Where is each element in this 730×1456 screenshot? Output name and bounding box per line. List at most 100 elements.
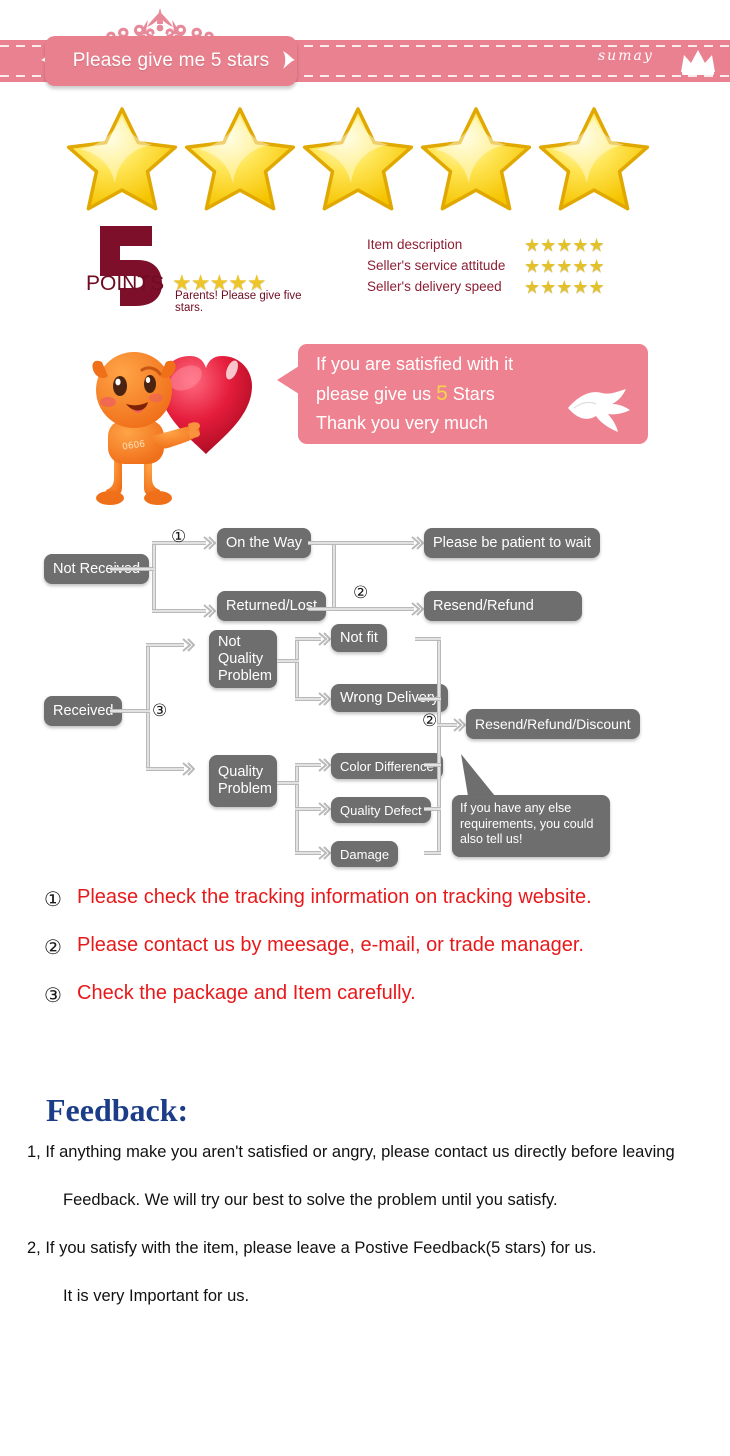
- feedback-line-1b: Feedback. We will try our best to solve …: [63, 1191, 558, 1209]
- brand-name: sumay: [598, 48, 654, 64]
- flow-box-on-the-way: On the Way: [217, 528, 312, 558]
- feedback-line-2a: 2, If you satisfy with the item, please …: [27, 1239, 597, 1257]
- flow-arrow-icon: [453, 718, 466, 732]
- feedback-title: Feedback:: [46, 1092, 189, 1128]
- flow-box-not-fit: Not fit: [331, 624, 387, 652]
- flow-line: [424, 763, 441, 767]
- flow-line: [152, 541, 156, 613]
- big-star-rating: [64, 104, 664, 216]
- mascot-holding-heart-icon: 0606: [92, 352, 252, 505]
- flow-arrow-icon: [182, 762, 195, 776]
- flow-line: [424, 807, 441, 811]
- flow-line: [308, 607, 334, 611]
- points-label: POINTS: [86, 272, 165, 295]
- flow-line: [146, 767, 184, 771]
- note-row: ① Please check the tracking information …: [44, 886, 724, 934]
- flow-callout: If you have any else requirements, you c…: [452, 795, 610, 857]
- flow-line: [308, 541, 334, 545]
- note-number: ②: [44, 935, 62, 959]
- note-row: ② Please contact us by meesage, e-mail, …: [44, 934, 724, 982]
- big-star-icon-2: [184, 107, 296, 211]
- crown-icon: [681, 50, 715, 75]
- flow-marker-1: ①: [171, 527, 187, 547]
- note-number: ①: [44, 887, 62, 911]
- bubble-tail: [277, 366, 299, 394]
- big-star-icon-5: [538, 107, 650, 211]
- rating-label: Seller's delivery speed: [367, 279, 502, 294]
- flow-line: [418, 697, 441, 701]
- flow-line: [437, 637, 441, 853]
- bubble-line-2-post: Stars: [447, 384, 495, 404]
- points-caption: Parents! Please give five stars.: [175, 290, 302, 314]
- flow-arrow-icon: [318, 632, 331, 646]
- big-star-icon-4: [420, 107, 532, 211]
- bubble-text: If you are satisfied with it please give…: [316, 350, 586, 438]
- header-banner: Please give me 5 stars sumay: [0, 0, 730, 100]
- flow-marker-3: ③: [152, 701, 168, 721]
- flow-arrow-icon: [318, 846, 331, 860]
- promo-page: Please give me 5 stars sumay POINTS ★★★★…: [0, 0, 730, 1456]
- note-text: Please check the tracking information on…: [77, 886, 592, 908]
- flow-line: [332, 607, 414, 611]
- flow-box-quality-problem: Quality Problem: [209, 755, 277, 807]
- flow-arrow-icon: [203, 536, 216, 550]
- flow-arrow-icon: [318, 692, 331, 706]
- flow-line: [277, 659, 299, 663]
- rating-label: Seller's service attitude: [367, 258, 506, 273]
- feedback-line-1a: 1, If anything make you aren't satisfied…: [27, 1143, 675, 1161]
- numbered-notes: ① Please check the tracking information …: [44, 886, 724, 1030]
- flow-box-returned-lost: Returned/Lost: [217, 591, 327, 621]
- bubble-line-1: If you are satisfied with it: [316, 354, 514, 374]
- flow-arrow-icon: [411, 602, 424, 616]
- five-points-logo: POINTS ★★★★★ Parents! Please give five s…: [80, 224, 310, 314]
- big-star-icon-1: [66, 107, 178, 211]
- note-text: Check the package and Item carefully.: [77, 982, 416, 1004]
- flow-box-damage: Damage: [331, 841, 399, 867]
- flare-right-icon: [283, 51, 295, 69]
- rating-row: Item description ★★★★★: [367, 235, 647, 255]
- flow-arrow-icon: [411, 536, 424, 550]
- feedback-line-2b: It is very Important for us.: [63, 1287, 250, 1305]
- flow-line: [110, 567, 154, 571]
- note-number: ③: [44, 983, 62, 1007]
- flow-line: [152, 609, 206, 613]
- flow-box-resend-refund-discount: Resend/Refund/Discount: [466, 709, 640, 739]
- rating-row: Seller's service attitude ★★★★★: [367, 256, 647, 276]
- flow-line: [295, 637, 299, 699]
- flow-line: [110, 709, 150, 713]
- flow-box-not-quality-problem: Not Quality Problem: [209, 630, 277, 688]
- feedback-body: 1, If anything make you aren't satisfied…: [27, 1140, 727, 1308]
- rating-label: Item description: [367, 237, 463, 252]
- bubble-line-2: please give us 5 Stars: [316, 379, 586, 409]
- flow-marker-2b: ②: [422, 711, 438, 731]
- note-row: ③ Check the package and Item carefully.: [44, 982, 724, 1030]
- flow-box-quality-defect: Quality Defect: [331, 797, 431, 823]
- rating-row: Seller's delivery speed ★★★★★: [367, 277, 647, 297]
- big-star-icon-3: [302, 107, 414, 211]
- note-text: Please contact us by meesage, e-mail, or…: [77, 934, 584, 956]
- flow-arrow-icon: [318, 758, 331, 772]
- flow-arrow-icon: [318, 802, 331, 816]
- flow-marker-2a: ②: [353, 583, 369, 603]
- rating-stars: ★★★★★: [524, 277, 605, 297]
- rating-list: Item description ★★★★★ Seller's service …: [367, 235, 647, 300]
- lips-kiss-icon: [568, 389, 630, 432]
- flow-line: [332, 541, 336, 609]
- flow-arrow-icon: [203, 604, 216, 618]
- rating-stars: ★★★★★: [524, 235, 605, 255]
- rating-stars: ★★★★★: [524, 256, 605, 276]
- flowchart: Not Received ① On the Way Returned/Lost …: [0, 515, 730, 875]
- bubble-line-2-pre: please give us: [316, 384, 437, 404]
- flow-line: [277, 781, 299, 785]
- flow-box-resend-refund: Resend/Refund: [424, 591, 582, 621]
- flow-arrow-icon: [182, 638, 195, 652]
- header-plate-label: Please give me 5 stars: [72, 50, 270, 71]
- bubble-star-count: 5: [436, 382, 448, 405]
- flow-box-please-wait: Please be patient to wait: [424, 528, 600, 558]
- flow-line: [146, 643, 150, 769]
- flow-line: [415, 637, 441, 641]
- bubble-line-3: Thank you very much: [316, 413, 489, 433]
